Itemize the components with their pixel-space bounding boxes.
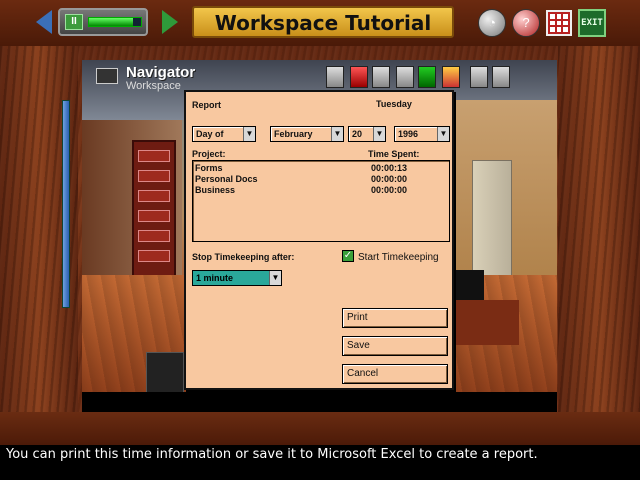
project-time: 00:00:00 bbox=[371, 174, 408, 184]
start-timekeeping-checkbox[interactable]: ✓ bbox=[342, 250, 354, 262]
chevron-down-icon[interactable]: ▼ bbox=[373, 127, 385, 141]
list-item[interactable]: Personal Docs 00:00:00 bbox=[195, 174, 445, 185]
project-name: Business bbox=[195, 185, 236, 195]
wastebasket[interactable] bbox=[146, 352, 184, 394]
document-icon[interactable] bbox=[470, 66, 488, 88]
clock-icon[interactable]: ◔ bbox=[478, 9, 506, 37]
day-select[interactable]: 20 ▼ bbox=[348, 126, 386, 142]
shelf-item[interactable] bbox=[138, 210, 170, 222]
day-name-label: Tuesday bbox=[376, 99, 412, 109]
year-select[interactable]: 1996 ▼ bbox=[394, 126, 450, 142]
stop-timekeeping-label: Stop Timekeeping after: bbox=[192, 252, 295, 262]
report-label: Report bbox=[192, 100, 221, 110]
stop-select-value: 1 minute bbox=[196, 273, 234, 283]
wood-panel-bottom bbox=[0, 412, 640, 445]
day-select-value: 20 bbox=[352, 129, 363, 139]
save-button[interactable]: Save bbox=[342, 336, 448, 356]
chevron-down-icon[interactable]: ▼ bbox=[437, 127, 449, 141]
project-time: 00:00:13 bbox=[371, 163, 408, 173]
list-item[interactable]: Forms 00:00:13 bbox=[195, 163, 445, 174]
computer-icon[interactable] bbox=[492, 66, 510, 88]
wood-panel-right bbox=[558, 46, 640, 445]
help-icon[interactable]: ? bbox=[512, 9, 540, 37]
chevron-down-icon[interactable]: ▼ bbox=[331, 127, 343, 141]
project-time: 00:00:00 bbox=[371, 185, 408, 195]
door-icon[interactable] bbox=[326, 66, 344, 88]
top-toolbar: II Workspace Tutorial ◔ ? EXIT bbox=[0, 0, 640, 46]
project-name: Personal Docs bbox=[195, 174, 258, 184]
time-column-header: Time Spent: bbox=[368, 149, 420, 159]
side-table bbox=[454, 300, 519, 345]
scene-status-strip bbox=[82, 392, 557, 412]
month-select-value: February bbox=[274, 129, 313, 139]
shelf-item[interactable] bbox=[138, 230, 170, 242]
forward-arrow-icon[interactable] bbox=[162, 10, 178, 34]
tutorial-progress-bar bbox=[88, 17, 142, 27]
project-column-header: Project: bbox=[192, 149, 226, 159]
navigator-subtitle: Workspace bbox=[126, 80, 181, 92]
runner-icon[interactable] bbox=[418, 66, 436, 88]
time-report-dialog: Report Tuesday Day of ▼ February ▼ 20 ▼ … bbox=[184, 90, 454, 390]
list-item[interactable]: Business 00:00:00 bbox=[195, 185, 445, 196]
shelf-item[interactable] bbox=[138, 250, 170, 262]
book-icon[interactable] bbox=[350, 66, 368, 88]
printer[interactable] bbox=[454, 270, 484, 300]
progress-fill bbox=[89, 18, 134, 26]
project-list[interactable]: Forms 00:00:13 Personal Docs 00:00:00 Bu… bbox=[192, 160, 450, 242]
range-select-value: Day of bbox=[196, 129, 224, 139]
range-select[interactable]: Day of ▼ bbox=[192, 126, 256, 142]
vertical-slider[interactable] bbox=[62, 100, 70, 308]
chevron-down-icon[interactable]: ▼ bbox=[243, 127, 255, 141]
tutorial-caption: You can print this time information or s… bbox=[0, 445, 640, 480]
shelf-item[interactable] bbox=[138, 150, 170, 162]
month-select[interactable]: February ▼ bbox=[270, 126, 344, 142]
navigator-icon[interactable] bbox=[96, 68, 118, 84]
shelf[interactable] bbox=[132, 140, 176, 280]
title-banner: Workspace Tutorial bbox=[192, 6, 454, 38]
grid-menu-icon[interactable] bbox=[546, 10, 572, 36]
stop-timekeeping-select[interactable]: 1 minute ▼ bbox=[192, 270, 282, 286]
phone-icon[interactable] bbox=[372, 66, 390, 88]
year-select-value: 1996 bbox=[398, 129, 419, 139]
page-title: Workspace Tutorial bbox=[214, 11, 432, 35]
project-name: Forms bbox=[195, 163, 223, 173]
back-arrow-icon[interactable] bbox=[36, 10, 52, 34]
picture-icon[interactable] bbox=[396, 66, 414, 88]
media-controls: II bbox=[58, 8, 148, 36]
exit-button[interactable]: EXIT bbox=[578, 9, 606, 37]
windows-icon[interactable] bbox=[442, 66, 460, 88]
shelf-item[interactable] bbox=[138, 190, 170, 202]
navigator-title: Navigator bbox=[126, 64, 196, 81]
print-button[interactable]: Print bbox=[342, 308, 448, 328]
chevron-down-icon[interactable]: ▼ bbox=[269, 271, 281, 285]
pause-button[interactable]: II bbox=[65, 14, 83, 30]
start-timekeeping-label: Start Timekeeping bbox=[358, 252, 439, 263]
shelf-item[interactable] bbox=[138, 170, 170, 182]
cancel-button[interactable]: Cancel bbox=[342, 364, 448, 384]
